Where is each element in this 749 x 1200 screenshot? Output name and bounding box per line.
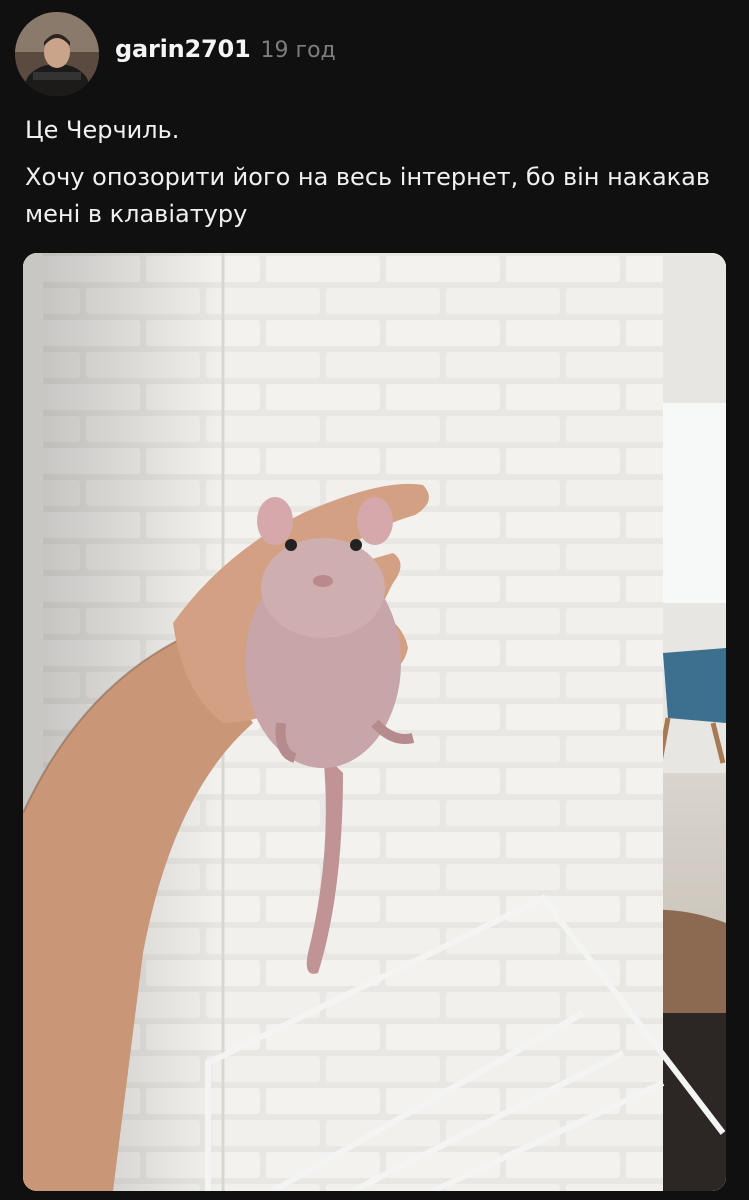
caption-line-1: Це Черчиль. (25, 116, 180, 144)
post-photo[interactable] (23, 253, 726, 1191)
post-caption: Це Черчиль. Хочу опозорити його на весь … (25, 112, 725, 233)
username[interactable]: garin2701 (115, 35, 251, 63)
post: garin2701 19 год Це Черчиль. Хочу опозор… (0, 0, 749, 1200)
post-meta: garin2701 19 год (115, 35, 336, 63)
post-header: garin2701 19 год (15, 12, 336, 96)
caption-line-2: Хочу опозорити його на весь інтернет, бо… (25, 163, 711, 228)
post-time: 19 год (260, 38, 336, 63)
avatar[interactable] (15, 12, 99, 96)
